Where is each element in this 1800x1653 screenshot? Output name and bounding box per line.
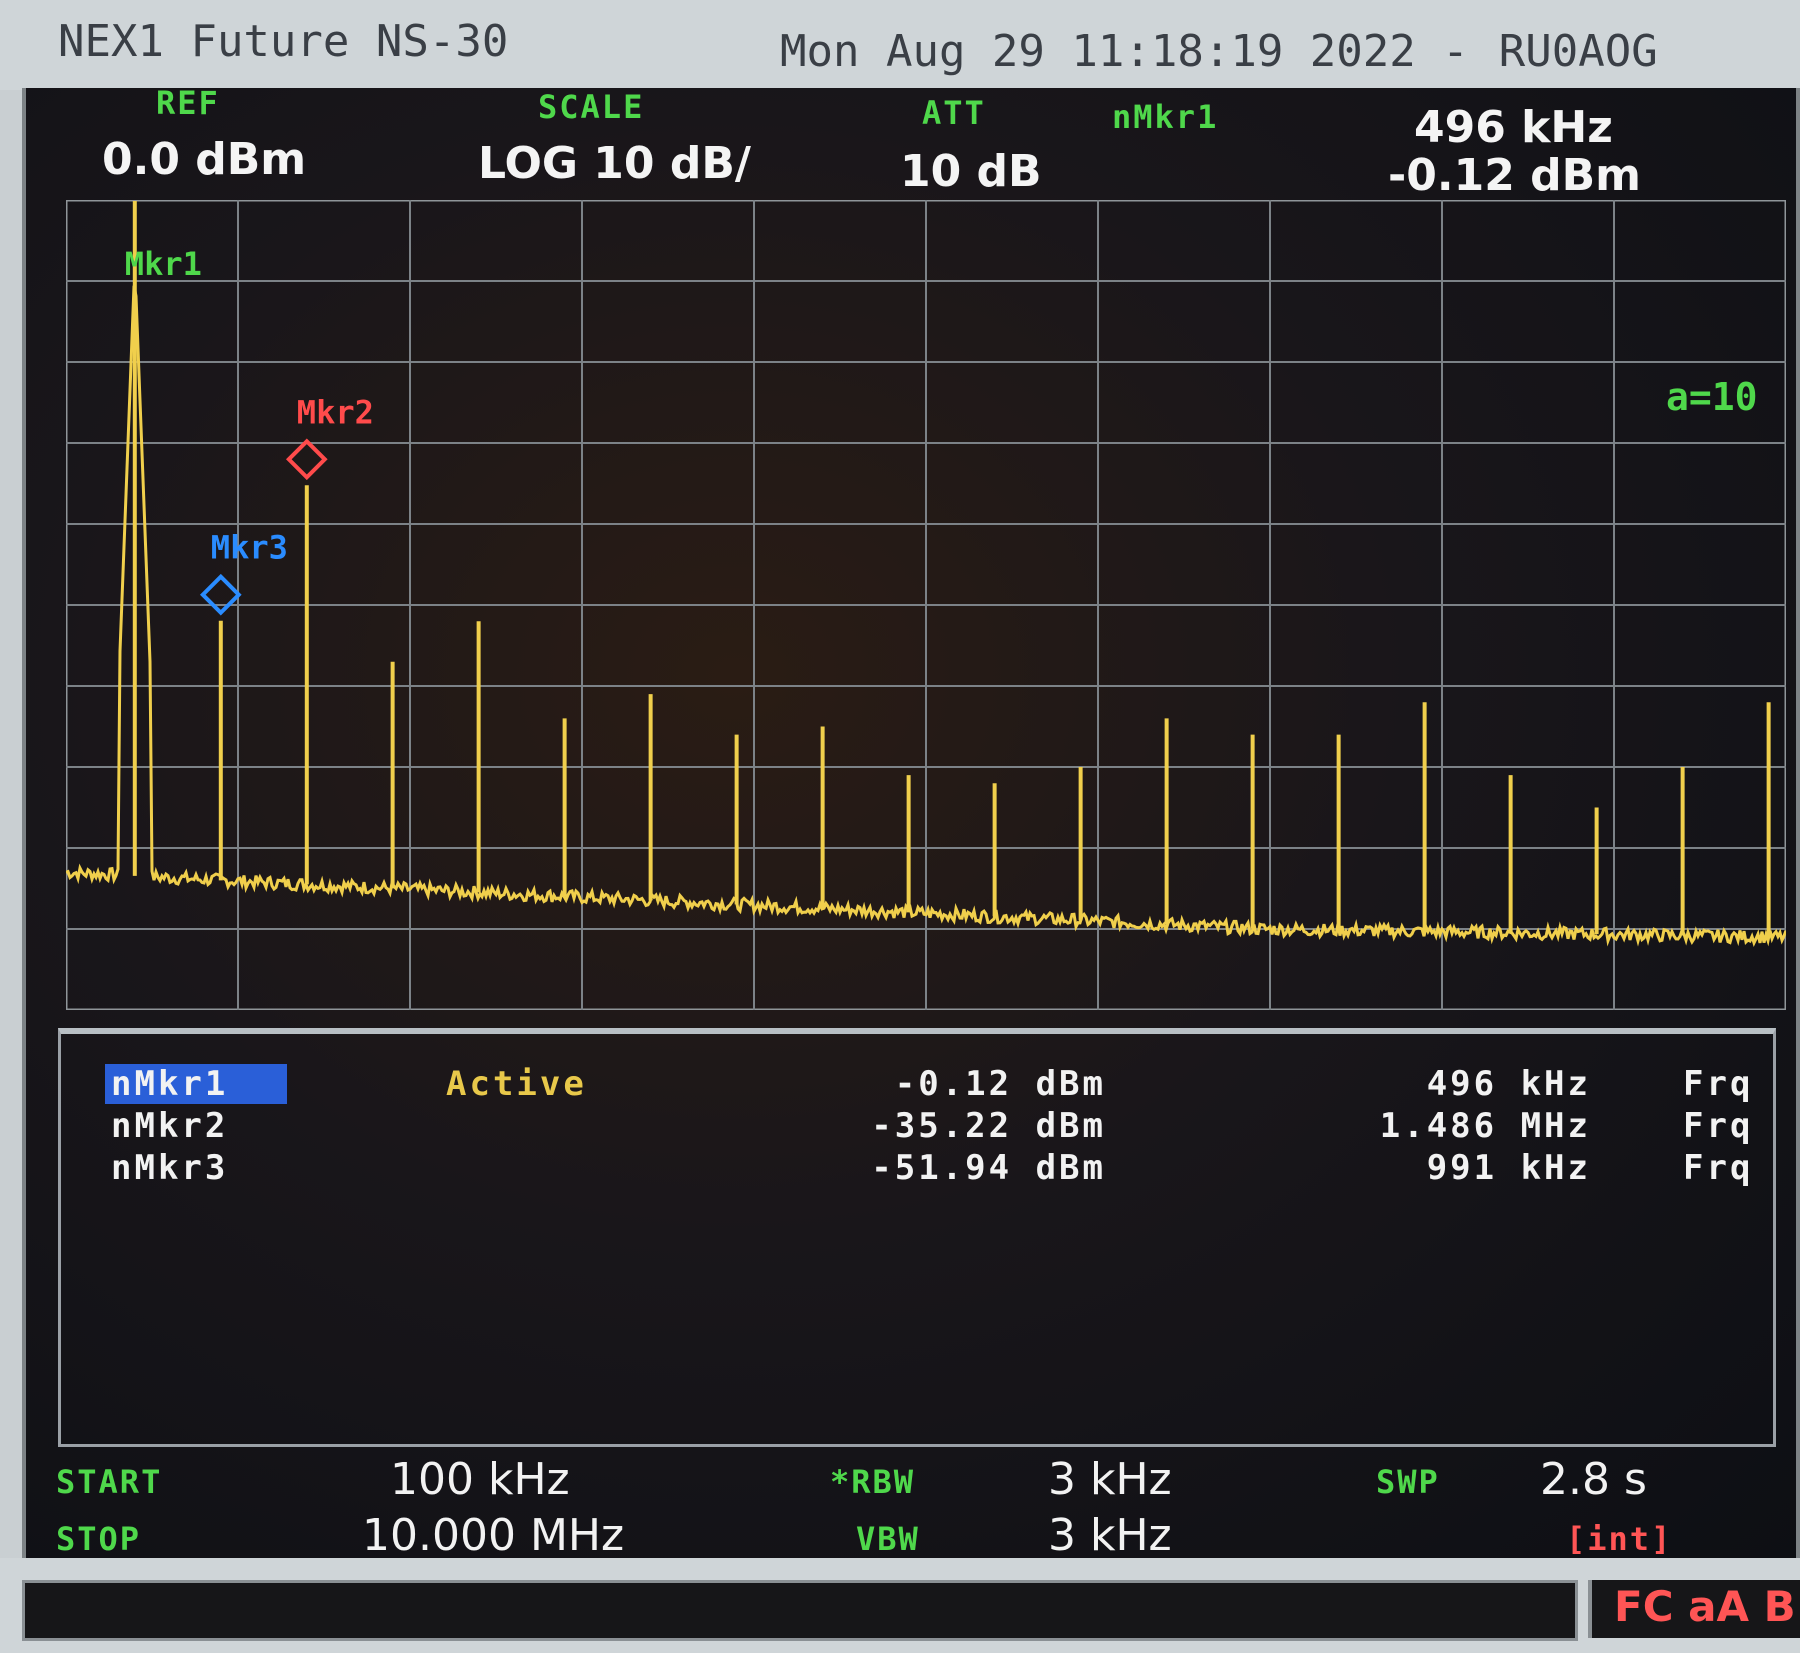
stop-value[interactable]: 10.000 MHz [362,1510,624,1561]
app-title: NEX1 Future NS-30 [58,16,509,67]
marker-row-2-frequency: 1.486 MHz [1379,1106,1591,1146]
marker-row-2-amplitude: -35.22 dBm [871,1106,1106,1146]
active-marker-label: nMkr1 [1112,98,1219,136]
start-label: START [56,1463,163,1501]
marker-tag-2: Mkr2 [297,393,374,431]
active-marker-amp: -0.12 dBm [1388,150,1642,201]
sweep-time-value[interactable]: 2.8 s [1540,1454,1647,1505]
sweep-mode: [int] [1566,1520,1673,1558]
status-indicators: FC aA B [1588,1580,1800,1638]
marker-tag-3: Mkr3 [211,529,288,567]
scale-value: LOG 10 dB/ [478,138,751,189]
spectrum-plot[interactable]: Mkr1 Mkr2 Mkr3 a=10 [66,200,1786,1010]
datetime-display: Mon Aug 29 11:18:19 2022 - RU0AOG [780,26,1658,77]
marker-row-1-name[interactable]: nMkr1 [105,1064,287,1104]
active-marker-freq: 496 kHz [1414,102,1613,153]
rbw-label: *RBW [830,1463,916,1501]
marker-symbols: Mkr1 Mkr2 Mkr3 [125,245,374,616]
callsign-text: RU0AOG [1498,26,1658,77]
analyzer-screen: REF 0.0 dBm SCALE LOG 10 dB/ ATT 10 dB n… [22,84,1800,1561]
marker-row-3-amplitude: -51.94 dBm [871,1148,1106,1188]
title-bar: NEX1 Future NS-30 Mon Aug 29 11:18:19 20… [0,0,1800,90]
marker-row-1-mode: Frq [1683,1064,1754,1104]
marker-diamond-3[interactable] [199,573,242,616]
marker-diamond-2[interactable] [285,438,328,481]
marker-row-3-name[interactable]: nMkr3 [111,1148,281,1188]
command-line-field[interactable] [22,1580,1578,1641]
scale-label: SCALE [538,88,645,126]
marker-row-1-state: Active [446,1064,587,1104]
start-value[interactable]: 100 kHz [390,1454,570,1505]
ref-label: REF [156,84,220,122]
sweep-label: SWP [1376,1463,1440,1501]
rbw-value[interactable]: 3 kHz [1048,1454,1172,1505]
marker-row-2-name[interactable]: nMkr2 [111,1106,281,1146]
status-indicators-text: FC aA B [1614,1582,1796,1631]
att-label: ATT [922,94,986,132]
att-value: 10 dB [900,146,1042,197]
vbw-label: VBW [856,1520,920,1558]
vbw-value[interactable]: 3 kHz [1048,1510,1172,1561]
stop-label: STOP [56,1520,142,1558]
average-count-label: a=10 [1666,375,1758,419]
marker-row-1-amplitude: -0.12 dBm [894,1064,1106,1104]
marker-table: nMkr1 Active -0.12 dBm 496 kHz Frq nMkr2… [58,1028,1776,1447]
ref-value: 0.0 dBm [102,134,307,185]
marker-tag-1: Mkr1 [125,245,202,283]
marker-row-3-mode: Frq [1683,1148,1754,1188]
marker-row-2-mode: Frq [1683,1106,1754,1146]
marker-row-1-frequency: 496 kHz [1426,1064,1591,1104]
marker-row-3-frequency: 991 kHz [1426,1148,1591,1188]
datetime-text: Mon Aug 29 11:18:19 2022 - [780,26,1469,77]
status-bar: FC aA B [0,1558,1800,1653]
